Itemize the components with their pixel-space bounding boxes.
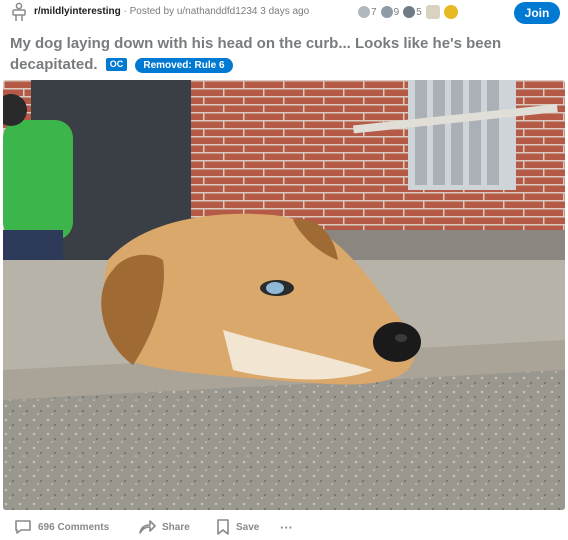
post-title-text: My dog laying down with his head on the … (10, 35, 502, 73)
more-options-button[interactable]: ··· (280, 518, 293, 536)
share-icon (139, 520, 156, 534)
save-label: Save (236, 521, 260, 533)
gold-award-icon (380, 6, 393, 18)
platinum-award-icon (403, 6, 416, 18)
dog-head-on-curb-photo (3, 80, 565, 510)
award-gold[interactable]: 9 (380, 6, 400, 18)
meta-separator: · (123, 6, 127, 17)
gold-trophy-icon[interactable] (443, 5, 458, 19)
post-header: r/mildlyinteresting · Posted by u/nathan… (0, 0, 568, 26)
comments-label: 696 Comments (38, 521, 110, 533)
join-button[interactable]: Join (514, 2, 560, 24)
hand-award-icon[interactable] (425, 5, 440, 19)
oc-flair: OC (105, 58, 128, 71)
award-count: 5 (416, 6, 422, 18)
post-footer: 696 Comments Share Save ··· (0, 514, 568, 540)
post-image[interactable] (3, 80, 565, 510)
share-label: Share (162, 521, 190, 533)
share-button[interactable]: Share (138, 518, 190, 536)
subreddit-icon[interactable] (10, 2, 28, 22)
post-title[interactable]: My dog laying down with his head on the … (10, 33, 558, 75)
awards[interactable]: 7 9 5 (358, 4, 458, 20)
comments-button[interactable]: 696 Comments (14, 518, 109, 536)
comment-icon (15, 520, 31, 534)
post-meta: r/mildlyinteresting · Posted by u/nathan… (34, 6, 309, 17)
silver-award-icon (358, 6, 370, 18)
award-platinum[interactable]: 5 (403, 6, 422, 18)
removed-flair: Removed: Rule 6 (135, 58, 233, 73)
bookmark-icon (217, 519, 229, 535)
award-count: 9 (393, 6, 400, 18)
award-count: 7 (371, 6, 377, 18)
award-silver[interactable]: 7 (358, 6, 377, 18)
posted-by[interactable]: Posted by u/nathanddfd1234 3 days ago (130, 6, 310, 17)
save-button[interactable]: Save (216, 518, 259, 536)
more-options-icon: ··· (280, 519, 293, 535)
subreddit-link[interactable]: r/mildlyinteresting (34, 6, 121, 17)
